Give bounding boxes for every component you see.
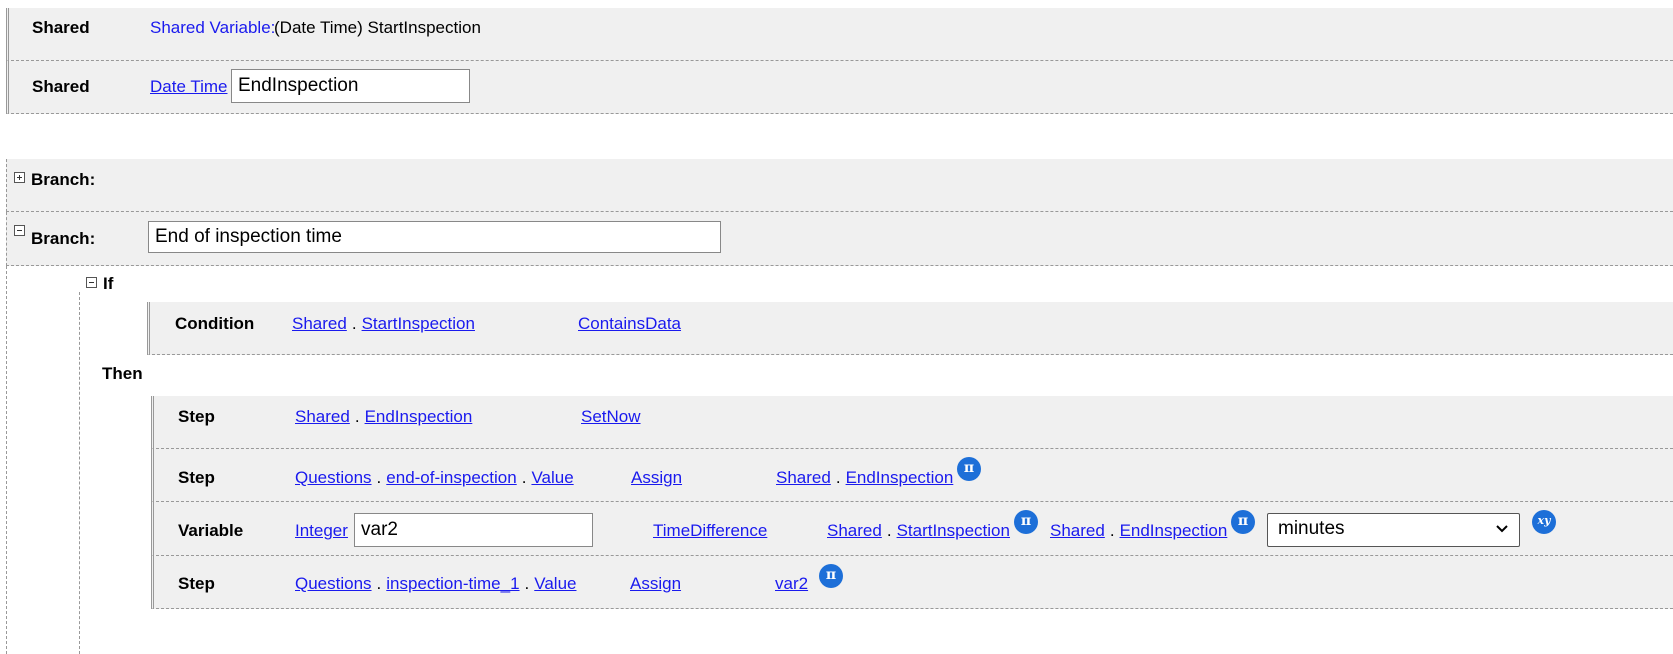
then-label: Then <box>102 364 143 383</box>
step-label: Step <box>178 468 215 487</box>
shared-variable-prefix: Shared Variable: <box>150 18 276 37</box>
branch-row-expanded: Branch: <box>6 212 1673 266</box>
argument-2: Shared. EndInspection <box>1050 521 1227 541</box>
action-link-assign[interactable]: Assign <box>630 574 681 594</box>
member-dot: . <box>376 574 382 593</box>
object-link-shared[interactable]: Shared <box>827 521 882 540</box>
step-row-assign-endinspection: Step Questions. end-of-inspection. Value A… <box>151 449 1673 502</box>
step-target: Questions. inspection-time_1. Value <box>295 574 576 594</box>
pi-icon[interactable]: π <box>1231 510 1255 534</box>
branch-label: Branch: <box>31 170 96 189</box>
branch-label: Branch: <box>31 229 96 248</box>
variable-name-input[interactable] <box>354 513 593 547</box>
if-guide-line <box>79 292 80 654</box>
unit-select-value: minutes <box>1278 518 1345 539</box>
member-dot: . <box>521 468 527 487</box>
object-link-questions[interactable]: Questions <box>295 468 372 487</box>
member-dot: . <box>376 468 382 487</box>
shared-name-input[interactable] <box>231 69 470 103</box>
object-link-questions[interactable]: Questions <box>295 574 372 593</box>
member-dot: . <box>354 407 360 426</box>
collapse-icon[interactable] <box>14 225 25 236</box>
property-link-end-of-inspection[interactable]: end-of-inspection <box>386 468 516 487</box>
condition-label: Condition <box>175 314 255 333</box>
step-target: Questions. end-of-inspection. Value <box>295 468 574 488</box>
operator-link-containsdata[interactable]: ContainsData <box>578 314 681 334</box>
branch-row-collapsed: Branch: <box>6 159 1673 212</box>
object-link-shared[interactable]: Shared <box>292 314 347 333</box>
type-link-date-time[interactable]: Date Time <box>150 77 227 97</box>
property-link-startinspection[interactable]: StartInspection <box>897 521 1010 540</box>
property-link-value[interactable]: Value <box>534 574 576 593</box>
xy-icon[interactable]: xy <box>1532 510 1556 534</box>
if-label: If <box>103 274 114 293</box>
argument-1: Shared. StartInspection <box>827 521 1010 541</box>
property-link-endinspection[interactable]: EndInspection <box>846 468 954 487</box>
source-link-var2[interactable]: var2 <box>775 574 808 594</box>
unit-select[interactable]: minutes <box>1267 513 1520 547</box>
function-link-timedifference[interactable]: TimeDifference <box>653 521 767 541</box>
action-link-assign[interactable]: Assign <box>631 468 682 488</box>
property-link-endinspection[interactable]: EndInspection <box>365 407 473 426</box>
branch-guide-line <box>6 266 7 654</box>
pi-icon[interactable]: π <box>957 457 981 481</box>
assign-source: Shared. EndInspection <box>776 468 953 488</box>
member-dot: . <box>524 574 530 593</box>
pi-icon[interactable]: π <box>1014 510 1038 534</box>
property-link-inspection-time-1[interactable]: inspection-time_1 <box>386 574 519 593</box>
pi-icon[interactable]: π <box>819 564 843 588</box>
shared-declaration-row: Shared Date Time <box>6 61 1673 114</box>
property-link-endinspection[interactable]: EndInspection <box>1120 521 1228 540</box>
shared-variable-description: (Date Time) StartInspection <box>274 18 481 37</box>
member-dot: . <box>1109 521 1115 540</box>
variable-label: Variable <box>178 521 244 540</box>
condition-expression: Shared. StartInspection <box>292 314 475 334</box>
member-dot: . <box>886 521 892 540</box>
property-link-startinspection[interactable]: StartInspection <box>362 314 475 333</box>
object-link-shared[interactable]: Shared <box>776 468 831 487</box>
expand-icon[interactable] <box>14 172 25 183</box>
step-row-assign-var2: Step Questions. inspection-time_1. Value A… <box>151 556 1673 609</box>
step-row-setnow: Step Shared. EndInspection SetNow <box>151 396 1673 449</box>
member-dot: . <box>351 314 357 333</box>
object-link-shared[interactable]: Shared <box>295 407 350 426</box>
chevron-down-icon <box>1495 520 1509 542</box>
step-label: Step <box>178 574 215 593</box>
variable-row-timedifference: Variable Integer TimeDifference Shared.S… <box>151 502 1673 556</box>
collapse-icon[interactable] <box>86 277 97 288</box>
step-label: Step <box>178 407 215 426</box>
step-target: Shared. EndInspection <box>295 407 472 427</box>
property-link-value[interactable]: Value <box>531 468 573 487</box>
row-label: Shared <box>32 77 90 96</box>
action-link-setnow[interactable]: SetNow <box>581 407 641 427</box>
type-link-integer[interactable]: Integer <box>295 521 348 541</box>
shared-variable-row: Shared Shared Variable: (Date Time) Star… <box>6 8 1673 61</box>
row-label: Shared <box>32 18 90 37</box>
member-dot: . <box>835 468 841 487</box>
branch-name-input[interactable] <box>148 221 721 253</box>
object-link-shared[interactable]: Shared <box>1050 521 1105 540</box>
condition-row: Condition Shared. StartInspection Contain… <box>147 302 1673 355</box>
